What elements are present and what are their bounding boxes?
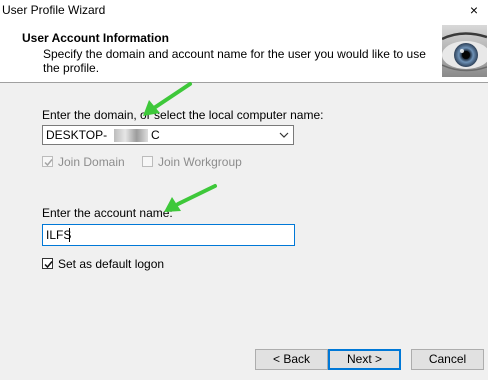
text-caret xyxy=(69,228,70,242)
account-name-input[interactable]: ILFS xyxy=(42,224,295,246)
default-logon-label: Set as default logon xyxy=(58,257,165,271)
join-workgroup-label: Join Workgroup xyxy=(158,155,242,169)
chevron-down-icon[interactable] xyxy=(279,130,289,140)
domain-value-prefix: DESKTOP- xyxy=(46,128,108,142)
domain-value-suffix: C xyxy=(151,128,160,142)
default-logon-checkbox[interactable] xyxy=(42,258,53,269)
annotation-arrow-icon xyxy=(143,82,192,116)
account-label: Enter the account name: xyxy=(42,206,173,220)
join-workgroup-checkbox[interactable] xyxy=(142,156,153,167)
close-button[interactable]: × xyxy=(466,1,482,19)
domain-combobox[interactable]: DESKTOP- C xyxy=(42,125,294,145)
cancel-button[interactable]: Cancel xyxy=(411,349,484,370)
account-name-value: ILFS xyxy=(46,228,72,242)
wizard-header: User Account Information Specify the dom… xyxy=(0,22,488,83)
window-title: User Profile Wizard xyxy=(2,3,106,17)
join-domain-label: Join Domain xyxy=(58,155,125,169)
join-domain-checkbox[interactable] xyxy=(42,156,53,167)
redacted-region xyxy=(114,129,148,142)
wizard-body: Enter the domain, or select the local co… xyxy=(0,83,488,380)
eye-logo-icon xyxy=(442,25,487,77)
header-description: Specify the domain and account name for … xyxy=(43,47,426,75)
annotation-arrow-icon xyxy=(164,184,217,212)
next-button[interactable]: Next > xyxy=(328,349,401,370)
header-title: User Account Information xyxy=(22,31,169,45)
back-button[interactable]: < Back xyxy=(255,349,328,370)
title-bar: User Profile Wizard × xyxy=(0,0,488,22)
